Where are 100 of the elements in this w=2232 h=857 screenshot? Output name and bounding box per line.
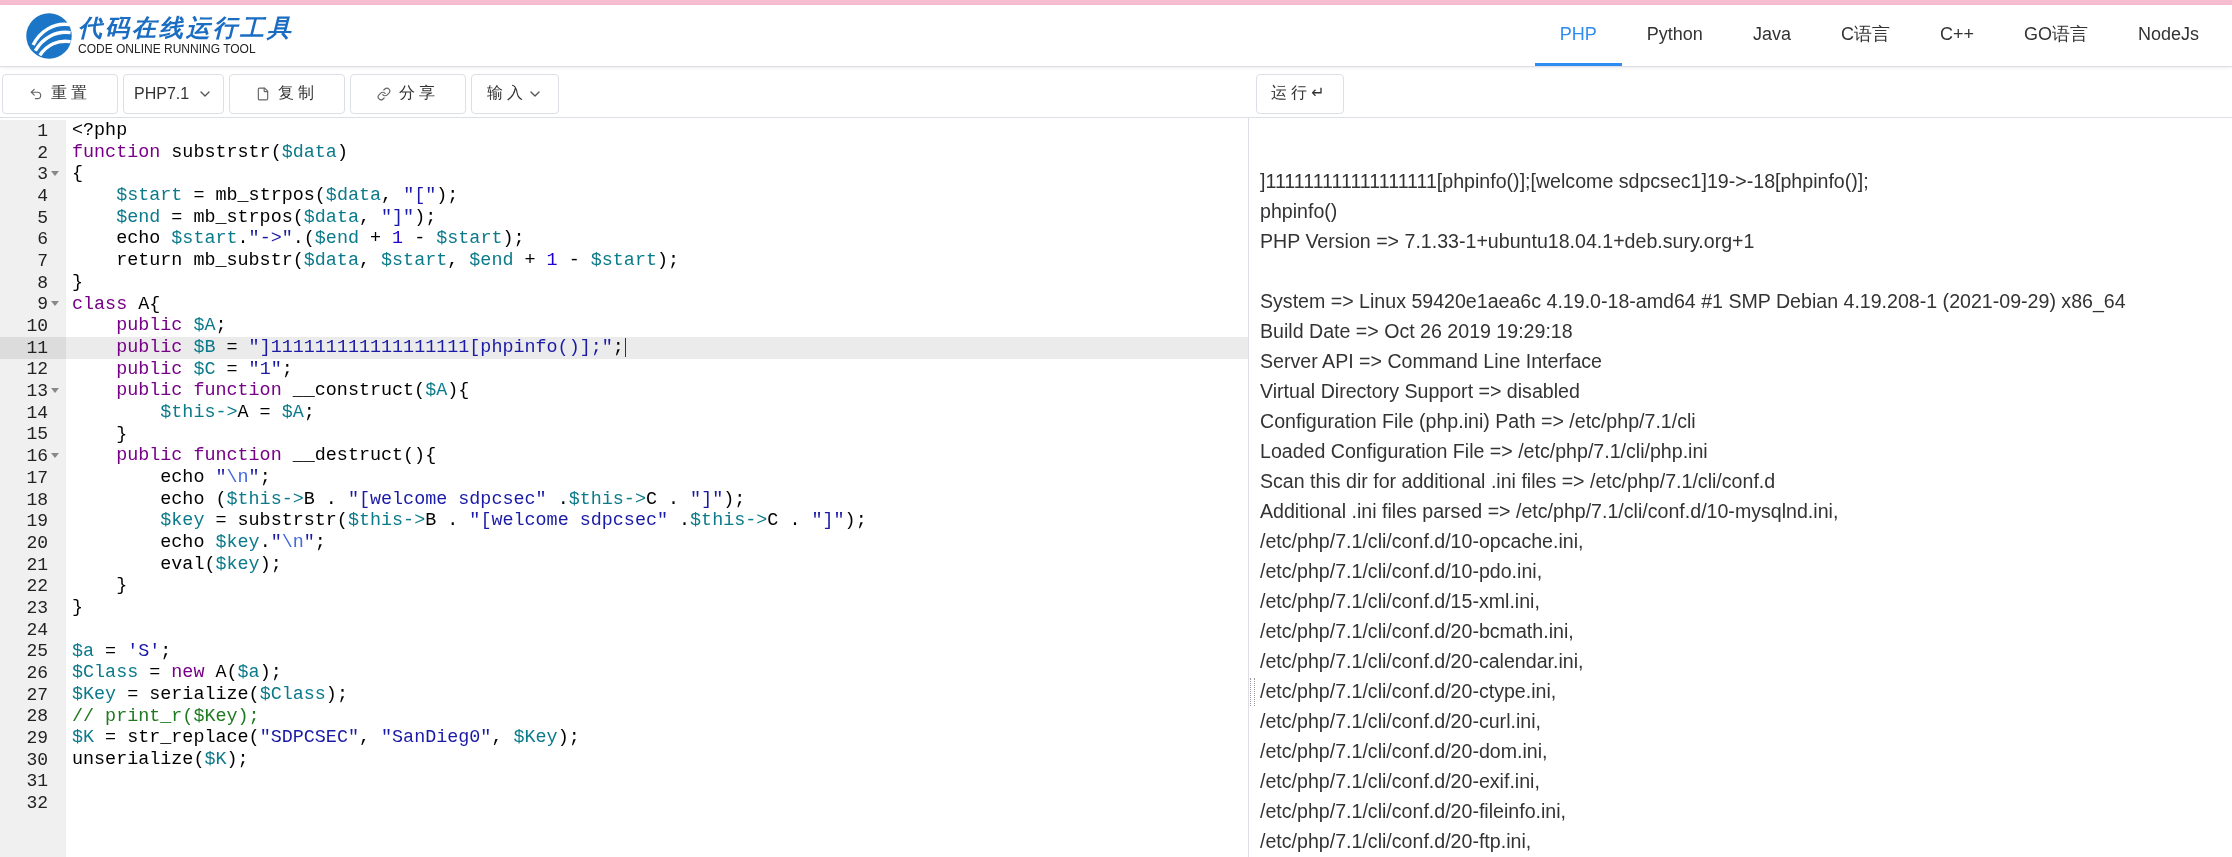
line-number: 1 [37, 120, 48, 141]
file-icon [256, 86, 271, 101]
code-line[interactable]: $Key = serialize($Class); [66, 683, 1248, 706]
line-number: 9 [37, 294, 48, 315]
output-line: /etc/php/7.1/cli/conf.d/15-xml.ini, [1260, 589, 1541, 614]
line-number: 5 [37, 207, 48, 228]
code-line[interactable]: $end = mb_strpos($data, "]"); [66, 206, 1248, 229]
undo-icon [29, 86, 43, 101]
output-line: /etc/php/7.1/cli/conf.d/20-ctype.ini, [1260, 679, 1558, 704]
code-line[interactable]: echo $start."->".($end + 1 - $start); [66, 228, 1248, 251]
code-line[interactable]: public function __construct($A){ [66, 380, 1248, 402]
line-number: 14 [26, 402, 48, 423]
code-line[interactable]: eval($key); [66, 553, 1248, 576]
language-tab[interactable]: NodeJs [2112, 5, 2224, 66]
line-number: 13 [26, 381, 48, 402]
code-line[interactable]: public function __destruct(){ [66, 445, 1248, 467]
line-number: 11 [26, 337, 48, 358]
code-line[interactable]: echo $key."\n"; [66, 532, 1248, 554]
logo-title: 代码在线运行工具 [78, 16, 294, 40]
output-line: Build Date => Oct 26 2019 19:29:18 [1260, 319, 1574, 344]
code-line[interactable]: } [66, 597, 1248, 619]
output-line: /etc/php/7.1/cli/conf.d/20-bcmath.ini, [1260, 619, 1575, 644]
line-number: 7 [37, 250, 48, 271]
code-line[interactable]: $start = mb_strpos($data, "["); [66, 185, 1248, 207]
language-tab[interactable]: GO语言 [1998, 5, 2113, 66]
line-number: 30 [26, 749, 48, 770]
output-line: ]111111111111111111[phpinfo()];[welcome sdpcsec1]19->-18[phpinfo()]; [1260, 169, 1870, 194]
language-tab[interactable]: C语言 [1815, 5, 1915, 66]
code-line[interactable]: public $A; [66, 315, 1248, 337]
fold-arrow-icon[interactable] [51, 388, 59, 395]
output-line: Loaded Configuration File => /etc/php/7.1/cli/php.ini [1260, 439, 1709, 464]
logo-subtitle: CODE ONLINE RUNNING TOOL [78, 43, 257, 55]
code-line[interactable]: class A{ [66, 293, 1248, 316]
line-number: 21 [26, 554, 48, 575]
line-number: 28 [26, 706, 48, 727]
line-number: 26 [26, 663, 48, 684]
output-line: phpinfo() [1260, 199, 1339, 224]
toolbar-button[interactable]: 分享 [350, 73, 467, 114]
line-number: 2 [37, 142, 48, 163]
output-line: Server API => Command Line Interface [1260, 349, 1603, 374]
line-number: 23 [26, 597, 48, 618]
line-number: 4 [37, 185, 48, 206]
output-line: /etc/php/7.1/cli/conf.d/10-opcache.ini, [1260, 529, 1585, 554]
code-line[interactable]: { [66, 163, 1248, 186]
output-line: /etc/php/7.1/cli/conf.d/20-exif.ini, [1260, 769, 1541, 794]
fold-arrow-icon[interactable] [51, 171, 59, 178]
output-line: /etc/php/7.1/cli/conf.d/20-curl.ini, [1260, 709, 1542, 734]
resize-handle[interactable] [1250, 678, 1255, 706]
code-line[interactable]: $key = substrstr($this->B . "[welcome sdpcsec" .$this->C . "]"); [66, 510, 1248, 533]
line-number: 32 [26, 793, 48, 814]
code-line[interactable]: } [66, 423, 1248, 446]
fold-arrow-icon[interactable] [51, 301, 59, 308]
line-number: 10 [26, 316, 48, 337]
line-number: 12 [26, 359, 48, 380]
line-number: 31 [26, 771, 48, 792]
code-line[interactable]: return mb_substr($data, $start, $end + 1 - $start); [66, 250, 1248, 272]
language-tab[interactable]: C++ [1914, 5, 1999, 66]
code-line[interactable]: function substrstr($data) [66, 141, 1248, 164]
line-number: 27 [26, 684, 48, 705]
output-line: PHP Version => 7.1.33-1+ubuntu18.04.1+deb.sury.org+1 [1260, 229, 1756, 254]
code-line[interactable]: } [66, 271, 1248, 294]
line-number: 29 [26, 728, 48, 749]
code-line[interactable]: <?php [66, 120, 1248, 142]
line-number: 16 [26, 446, 48, 467]
code-line[interactable]: $this->A = $A; [66, 401, 1248, 424]
code-line[interactable]: $Class = new A($a); [66, 662, 1248, 684]
code-line[interactable]: echo "\n"; [66, 467, 1248, 489]
code-line[interactable]: $a = 'S'; [66, 640, 1248, 663]
line-number: 8 [37, 272, 48, 293]
output-line: /etc/php/7.1/cli/conf.d/20-fileinfo.ini, [1260, 799, 1568, 824]
code-line[interactable]: } [66, 575, 1248, 598]
output-line: /etc/php/7.1/cli/conf.d/20-dom.ini, [1260, 739, 1549, 764]
line-number: 19 [26, 511, 48, 532]
code-line[interactable]: echo ($this->B . "[welcome sdpcsec" .$this->C . "]"); [66, 488, 1248, 511]
line-number: 6 [37, 229, 48, 250]
line-number: 18 [26, 489, 48, 510]
output-line: Additional .ini files parsed => /etc/php/7.1/cli/conf.d/10-mysqlnd.ini, [1260, 499, 1840, 524]
output-line: Scan this dir for additional .ini files => /etc/php/7.1/cli/conf.d [1260, 469, 1777, 494]
code-line[interactable]: unserialize($K); [66, 748, 1248, 771]
output-line: System => Linux 59420e1aea6c 4.19.0-18-amd64 #1 SMP Debian 4.19.208-1 (2021-09-29) x86_64 [1260, 289, 2127, 315]
output-line: Virtual Directory Support => disabled [1260, 379, 1581, 404]
fold-arrow-icon[interactable] [51, 453, 59, 460]
output-line: /etc/php/7.1/cli/conf.d/20-ftp.ini, [1260, 829, 1533, 854]
toolbar-button[interactable]: 复制 [229, 73, 346, 114]
code-line[interactable]: public $C = "1"; [66, 358, 1248, 381]
language-tab[interactable]: Java [1727, 5, 1816, 66]
code-line[interactable]: // print_r($Key); [66, 705, 1248, 728]
line-number: 20 [26, 532, 48, 553]
logo-icon [24, 10, 74, 61]
output-line: /etc/php/7.1/cli/conf.d/10-pdo.ini, [1260, 559, 1544, 584]
toolbar-button[interactable]: 重置 [2, 73, 118, 114]
version-select[interactable]: PHP7.1 [123, 73, 225, 114]
language-tab[interactable]: Python [1621, 5, 1728, 66]
line-number: 24 [26, 619, 48, 640]
run-button[interactable]: 运行↵ [1256, 73, 1344, 114]
line-number: 22 [26, 576, 48, 597]
line-number: 15 [26, 424, 48, 445]
code-line[interactable]: $K = str_replace("SDPCSEC", "SanDieg0", $Key); [66, 727, 1248, 749]
input-menu-button[interactable]: 输入 [471, 73, 560, 114]
line-number: 25 [26, 641, 48, 662]
